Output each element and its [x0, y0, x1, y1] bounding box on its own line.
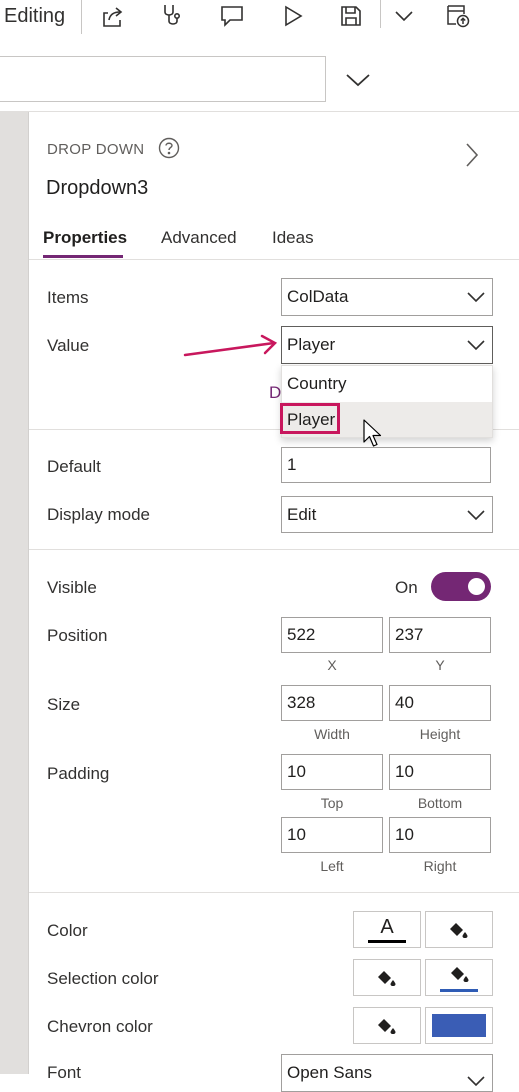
value-dropdown[interactable]: Player: [281, 326, 493, 364]
active-tab-indicator: [43, 255, 123, 258]
padding-right-input[interactable]: 10: [389, 817, 491, 853]
divider: [29, 549, 519, 550]
chevron-down-icon[interactable]: [385, 0, 423, 32]
partially-hidden-link-text: D: [269, 383, 282, 402]
chevron-background-color-picker[interactable]: [353, 1007, 421, 1044]
padding-top-caption: Top: [320, 795, 344, 811]
font-dropdown-value: Open Sans: [287, 1063, 373, 1082]
chevron-down-icon: [467, 509, 485, 520]
visible-label: Visible: [47, 578, 97, 597]
value-dropdown-value: Player: [287, 335, 336, 354]
color-label: Color: [47, 921, 88, 940]
chevron-fill-swatch: [432, 1014, 486, 1037]
paint-bucket-icon: [378, 1018, 396, 1034]
top-toolbar: Editing: [0, 0, 519, 40]
tab-properties[interactable]: Properties: [43, 228, 127, 248]
paint-bucket-icon: [378, 970, 396, 986]
annotation-highlight-box: [280, 403, 340, 434]
canvas-area: [0, 112, 29, 1074]
selection-fill-color-picker[interactable]: [353, 959, 421, 996]
divider: [29, 892, 519, 893]
control-type-label: DROP DOWN: [47, 141, 145, 158]
dropdown-option-label: Country: [287, 374, 347, 393]
color-underline: [368, 939, 406, 943]
chevron-fill-color-picker[interactable]: [425, 1007, 493, 1044]
size-label: Size: [47, 695, 81, 714]
chevron-down-icon: [467, 1076, 485, 1087]
chevron-down-icon: [467, 292, 485, 303]
default-input[interactable]: 1: [281, 447, 491, 483]
padding-right-caption: Right: [423, 858, 457, 874]
selection-color-underline: [440, 988, 478, 992]
toolbar-divider: [81, 0, 82, 34]
padding-top-input[interactable]: 10: [281, 754, 383, 790]
tab-advanced[interactable]: Advanced: [161, 228, 237, 248]
visible-state-label: On: [395, 578, 418, 597]
size-width-caption: Width: [314, 726, 350, 742]
position-y-input[interactable]: 237: [389, 617, 491, 653]
position-y-caption: Y: [435, 657, 445, 673]
font-dropdown[interactable]: Open Sans: [281, 1054, 493, 1092]
size-height-caption: Height: [419, 726, 461, 742]
collapse-chevron-right-icon[interactable]: [463, 142, 481, 168]
size-height-input[interactable]: 40: [389, 685, 491, 721]
selection-color-label: Selection color: [47, 969, 159, 988]
toggle-knob: [468, 578, 485, 595]
position-x-caption: X: [327, 657, 337, 673]
fill-color-picker[interactable]: [425, 911, 493, 948]
divider: [0, 111, 519, 112]
visible-toggle[interactable]: [431, 572, 491, 601]
comments-icon[interactable]: [213, 0, 251, 32]
chevron-color-label: Chevron color: [47, 1017, 153, 1036]
selection-color-picker[interactable]: [425, 959, 493, 996]
paint-bucket-icon: [451, 966, 469, 982]
display-mode-dropdown[interactable]: Edit: [281, 496, 493, 533]
app-checker-stethoscope-icon[interactable]: [153, 0, 191, 32]
position-x-input[interactable]: 522: [281, 617, 383, 653]
toolbar-divider: [380, 0, 381, 28]
tab-ideas[interactable]: Ideas: [272, 228, 314, 248]
annotation-arrow: [182, 330, 282, 360]
save-icon[interactable]: [332, 0, 370, 32]
padding-label: Padding: [47, 764, 110, 783]
preview-play-icon[interactable]: [274, 0, 312, 32]
divider: [29, 259, 519, 260]
value-label: Value: [47, 336, 90, 355]
padding-bottom-input[interactable]: 10: [389, 754, 491, 790]
font-label: Font: [47, 1063, 82, 1082]
default-label: Default: [47, 457, 101, 476]
formula-input[interactable]: [0, 56, 326, 102]
items-dropdown-value: ColData: [287, 287, 349, 306]
editing-mode-label: Editing: [4, 5, 66, 27]
publish-icon[interactable]: [439, 0, 477, 32]
chevron-down-icon: [467, 340, 485, 351]
font-color-icon: A: [380, 915, 394, 938]
padding-bottom-caption: Bottom: [417, 795, 463, 811]
display-mode-label: Display mode: [47, 505, 150, 524]
position-label: Position: [47, 626, 108, 645]
items-label: Items: [47, 288, 89, 307]
help-icon[interactable]: [158, 137, 180, 159]
mouse-pointer-icon: [363, 419, 383, 449]
padding-left-input[interactable]: 10: [281, 817, 383, 853]
padding-left-caption: Left: [320, 858, 344, 874]
formula-expand-chevron-icon[interactable]: [340, 64, 376, 96]
display-mode-value: Edit: [287, 504, 317, 524]
control-name-title: Dropdown3: [46, 177, 149, 199]
size-width-input[interactable]: 328: [281, 685, 383, 721]
paint-bucket-icon: [450, 922, 468, 938]
dropdown-option-country[interactable]: Country: [282, 366, 492, 402]
items-dropdown[interactable]: ColData: [281, 278, 493, 316]
share-icon[interactable]: [94, 0, 132, 32]
text-color-picker[interactable]: A: [353, 911, 421, 948]
